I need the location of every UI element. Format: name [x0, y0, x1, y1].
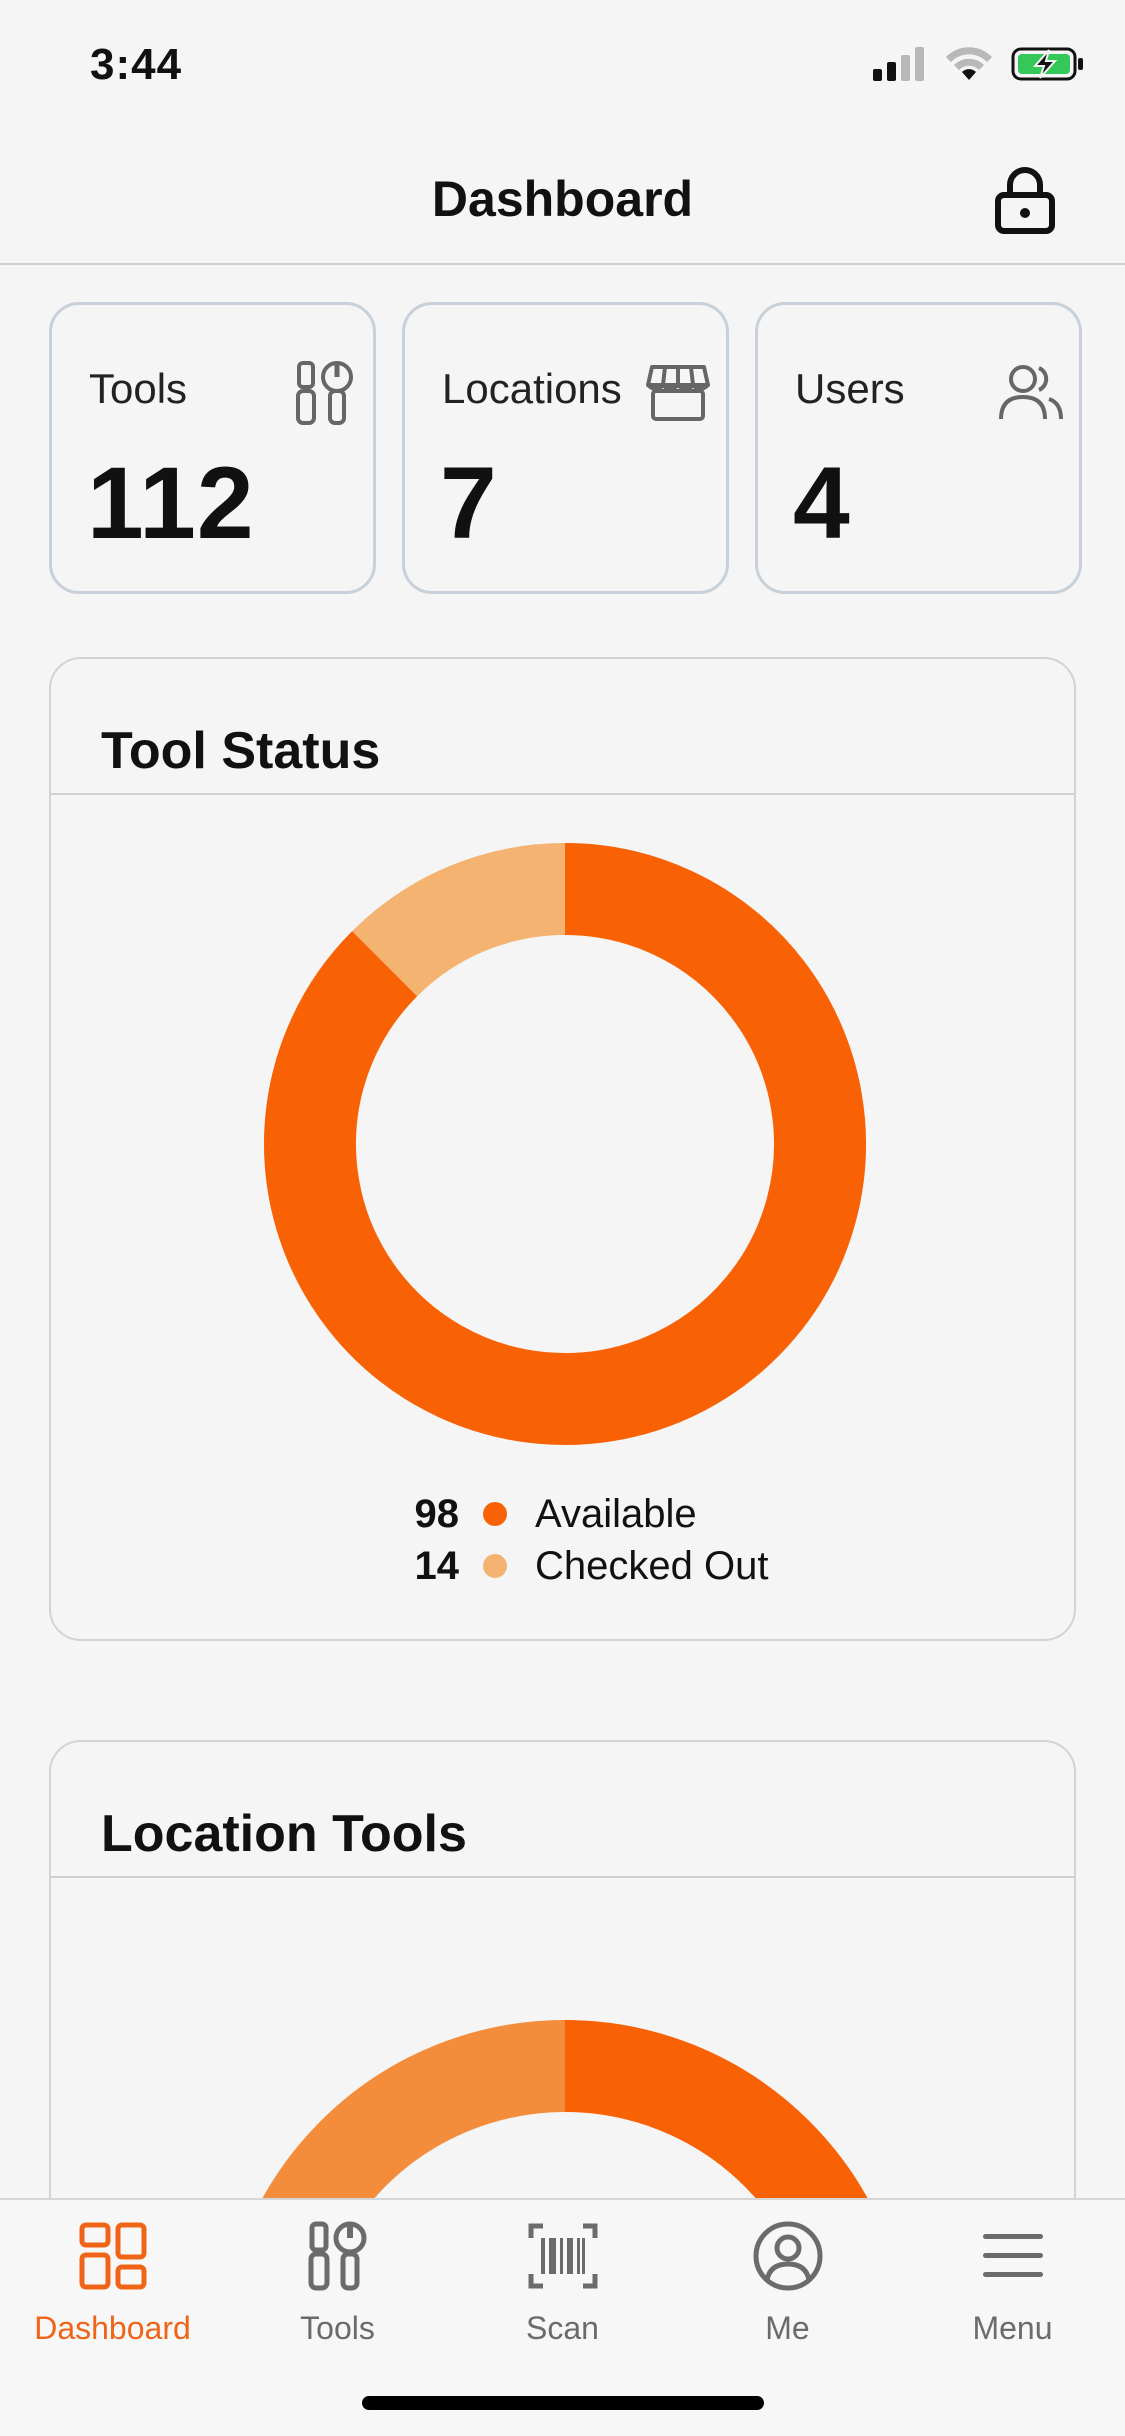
stat-value: 112 [87, 446, 255, 560]
page-title: Dashboard [431, 171, 694, 227]
battery-charging-icon [1011, 47, 1083, 81]
lock-button[interactable] [985, 160, 1065, 240]
tab-label: Dashboard [34, 2310, 191, 2346]
tab-label: Me [765, 2310, 810, 2346]
tool-status-panel: Tool Status 98 Available 14 Checked Out [49, 657, 1076, 1641]
legend-label: Checked Out [535, 1543, 769, 1588]
tools-icon [296, 361, 353, 425]
cellular-signal-icon [873, 47, 924, 81]
stat-label: Users [795, 365, 905, 412]
tab-me[interactable]: Me [675, 2200, 900, 2360]
lock-icon [995, 167, 1055, 234]
legend-count: 98 [414, 1491, 460, 1536]
stat-label: Locations [442, 365, 622, 412]
user-circle-icon [753, 2221, 823, 2291]
tab-label: Menu [972, 2310, 1053, 2346]
home-indicator [362, 2396, 764, 2410]
tab-menu[interactable]: Menu [900, 2200, 1125, 2360]
tab-label: Tools [300, 2310, 375, 2346]
tab-tools[interactable]: Tools [225, 2200, 450, 2360]
legend-item-available: 98 Available [369, 1489, 697, 1539]
tools-icon [308, 2221, 367, 2291]
legend-label: Available [535, 1491, 697, 1536]
tab-label: Scan [526, 2310, 599, 2346]
panel-title: Tool Status [101, 722, 381, 780]
panel-divider [51, 793, 1074, 795]
barcode-scan-icon [528, 2223, 598, 2289]
tool-status-donut-chart [264, 843, 866, 1445]
legend-count: 14 [414, 1543, 460, 1588]
panel-title: Location Tools [101, 1805, 467, 1863]
stat-label: Tools [89, 365, 188, 412]
stat-card-tools[interactable]: Tools 112 [49, 302, 376, 594]
status-time: 3:44 [90, 40, 183, 89]
legend-dot [483, 1554, 507, 1578]
panel-divider [51, 1876, 1074, 1878]
legend-item-checked-out: 14 Checked Out [369, 1541, 769, 1591]
legend-dot [483, 1502, 507, 1526]
storefront-icon [646, 365, 710, 421]
users-icon [999, 365, 1063, 420]
tab-dashboard[interactable]: Dashboard [0, 2200, 225, 2360]
wifi-icon [946, 47, 992, 80]
donut-segment-checked-out [352, 843, 566, 997]
app-header: Dashboard [0, 132, 1125, 265]
stat-value: 4 [793, 446, 851, 560]
dashboard-screen: 3:44 Dashboard Tools 112 Locations 7 Use… [0, 0, 1125, 2436]
tab-scan[interactable]: Scan [450, 2200, 675, 2360]
stat-card-locations[interactable]: Locations 7 [402, 302, 729, 594]
stat-value: 7 [440, 446, 498, 560]
hamburger-menu-icon [983, 2234, 1043, 2277]
donut-segment-available [264, 843, 866, 1445]
status-icons [873, 46, 1085, 82]
status-bar: 3:44 [0, 0, 1125, 132]
dashboard-icon [79, 2222, 147, 2290]
stat-card-users[interactable]: Users 4 [755, 302, 1082, 594]
